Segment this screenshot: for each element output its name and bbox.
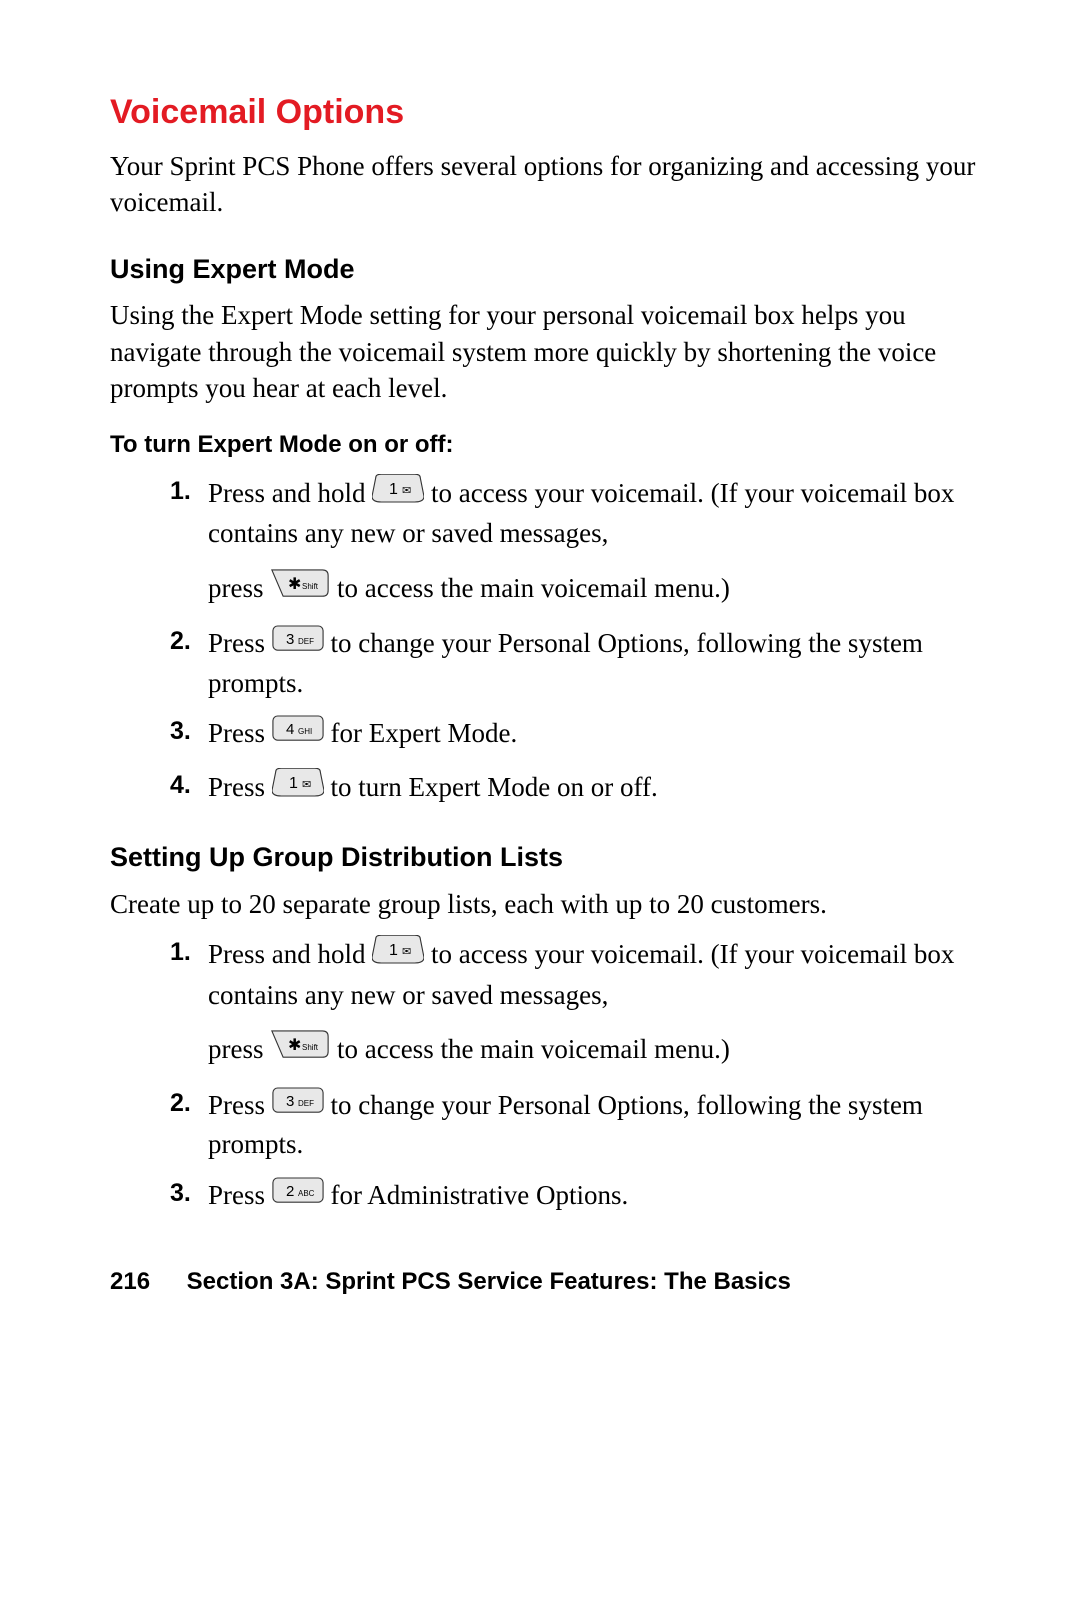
- list-item: 2. Press 3DEF to change your Personal Op…: [170, 1087, 980, 1163]
- svg-text:✉: ✉: [402, 946, 411, 958]
- svg-text:3: 3: [286, 1093, 294, 1110]
- steps-groups: 1. Press and hold 1✉ to access your voic…: [110, 936, 980, 1216]
- step-text: Press 2ABC for Administrative Options.: [208, 1177, 980, 1217]
- step-number: 3.: [170, 1177, 208, 1217]
- step-number: 1.: [170, 475, 208, 611]
- subhead-expert: To turn Expert Mode on or off:: [110, 429, 980, 461]
- key-1-icon: 1✉: [372, 935, 424, 974]
- step-number: 2.: [170, 1087, 208, 1163]
- svg-text:3: 3: [286, 631, 294, 648]
- svg-text:Shift: Shift: [302, 1043, 319, 1052]
- svg-text:✱: ✱: [288, 1037, 301, 1054]
- svg-text:4: 4: [286, 721, 294, 738]
- list-item: 3. Press 4GHI for Expert Mode.: [170, 715, 980, 755]
- svg-text:ABC: ABC: [298, 1189, 315, 1198]
- list-item: 2. Press 3DEF to change your Personal Op…: [170, 625, 980, 701]
- step-number: 3.: [170, 715, 208, 755]
- svg-text:DEF: DEF: [298, 1099, 314, 1108]
- step-number: 2.: [170, 625, 208, 701]
- key-star-icon: ✱Shift: [270, 568, 330, 609]
- page-number: 216: [110, 1266, 180, 1298]
- svg-text:2: 2: [286, 1183, 294, 1200]
- steps-expert: 1. Press and hold 1✉ to access your voic…: [110, 475, 980, 809]
- list-item: 1. Press and hold 1✉ to access your voic…: [170, 936, 980, 1072]
- section-heading-groups: Setting Up Group Distribution Lists: [110, 839, 980, 875]
- svg-text:1: 1: [389, 942, 398, 959]
- svg-text:Shift: Shift: [302, 582, 319, 591]
- list-item: 3. Press 2ABC for Administrative Options…: [170, 1177, 980, 1217]
- page-footer: 216 Section 3A: Sprint PCS Service Featu…: [110, 1266, 980, 1298]
- key-2-icon: 2 ABC: [272, 1177, 324, 1214]
- key-4-icon: 4 GHI: [272, 715, 324, 752]
- intro-text: Your Sprint PCS Phone offers several opt…: [110, 148, 980, 221]
- step-text: Press 3DEF to change your Personal Optio…: [208, 625, 980, 701]
- section-heading-expert: Using Expert Mode: [110, 251, 980, 287]
- step-number: 4.: [170, 769, 208, 810]
- step-text: Press 1✉ to turn Expert Mode on or off.: [208, 769, 980, 810]
- page-title: Voicemail Options: [110, 90, 980, 136]
- step-text: Press and hold 1✉ to access your voicema…: [208, 475, 980, 611]
- key-3-icon: 3 DEF: [272, 1087, 324, 1124]
- svg-text:✉: ✉: [402, 485, 411, 497]
- svg-text:1: 1: [289, 775, 298, 792]
- svg-text:✱: ✱: [288, 576, 301, 593]
- footer-text: Section 3A: Sprint PCS Service Features:…: [187, 1268, 791, 1295]
- svg-text:✉: ✉: [302, 779, 311, 791]
- key-1-icon: 1✉: [372, 474, 424, 513]
- section-body-groups: Create up to 20 separate group lists, ea…: [110, 886, 980, 922]
- step-number: 1.: [170, 936, 208, 1072]
- section-body-expert: Using the Expert Mode setting for your p…: [110, 297, 980, 406]
- svg-text:1: 1: [389, 481, 398, 498]
- key-1-icon: 1✉: [272, 768, 324, 807]
- step-text: Press 4GHI for Expert Mode.: [208, 715, 980, 755]
- svg-text:DEF: DEF: [298, 637, 314, 646]
- step-text: Press and hold 1✉ to access your voicema…: [208, 936, 980, 1072]
- key-star-icon: ✱Shift: [270, 1029, 330, 1070]
- key-3-icon: 3 DEF: [272, 625, 324, 662]
- list-item: 4. Press 1✉ to turn Expert Mode on or of…: [170, 769, 980, 810]
- step-text: Press 3DEF to change your Personal Optio…: [208, 1087, 980, 1163]
- list-item: 1. Press and hold 1✉ to access your voic…: [170, 475, 980, 611]
- svg-text:GHI: GHI: [298, 727, 312, 736]
